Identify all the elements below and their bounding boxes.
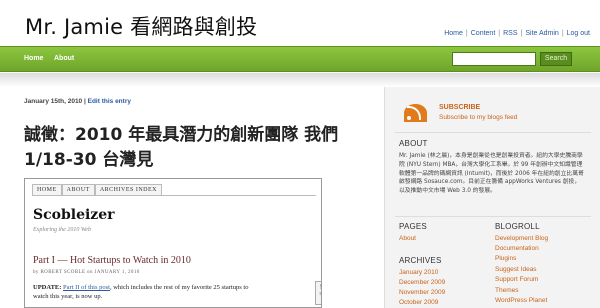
post-meta: January 15th, 2010 | Edit this entry <box>24 98 376 105</box>
blogroll-link[interactable]: Themes <box>495 287 518 294</box>
top-links: Home | Content | RSS | Site Admin | Log out <box>444 30 590 37</box>
subscribe-feed-link[interactable]: Subscribe to my blogs feed <box>439 114 517 121</box>
tweet-counter: 553 tweets <box>315 281 321 305</box>
blogroll-link[interactable]: Development Blog <box>495 235 548 242</box>
site-title[interactable]: Mr. Jamie 看網路與創投 <box>25 11 257 41</box>
embed-update-label: UPDATE: <box>33 284 64 291</box>
embed-logo: Scobleizer <box>33 207 115 223</box>
top-link-rss[interactable]: RSS <box>503 30 517 37</box>
edit-entry-link[interactable]: Edit this entry <box>88 98 131 105</box>
embedded-screenshot: HOME ABOUT ARCHIVES INDEX Scobleizer Exp… <box>24 178 322 308</box>
archive-link[interactable]: November 2009 <box>399 289 445 296</box>
embed-tabs: HOME ABOUT ARCHIVES INDEX <box>32 184 163 195</box>
post-title[interactable]: 誠徵：2010 年最具潛力的創新團隊 我們 1/18-30 台灣見 <box>24 123 376 173</box>
top-link-home[interactable]: Home <box>444 30 463 37</box>
blogroll-link[interactable]: Plugins <box>495 255 516 262</box>
subscribe-heading[interactable]: SUBSCRIBE <box>439 104 480 111</box>
tweet-label: tweets <box>319 291 321 296</box>
top-link-log-out[interactable]: Log out <box>567 30 590 37</box>
nav-item-about[interactable]: About <box>54 55 74 62</box>
post: January 15th, 2010 | Edit this entry 誠徵：… <box>24 98 376 173</box>
embed-subtitle: Exploring the 2010 Web <box>33 227 91 233</box>
archive-link[interactable]: October 2009 <box>399 299 438 306</box>
embed-divider <box>32 195 316 196</box>
blogroll-heading: BLOGROLL <box>495 222 540 231</box>
about-text: Mr. Jamie (林之晨)，本身是創業從也是創業投資者。紐約大學史騰商學院 … <box>399 153 584 195</box>
blogroll-link[interactable]: Suggest Ideas <box>495 266 537 273</box>
blogroll-link[interactable]: WordPress Planet <box>495 297 547 304</box>
embed-update-line2: watch this year, is now up. <box>33 293 103 300</box>
nav-shadow <box>0 73 600 87</box>
embed-part2-link: Part II of this post <box>63 284 110 291</box>
rss-icon[interactable] <box>404 104 427 122</box>
post-date: January 15th, 2010 <box>24 98 83 105</box>
main-nav: Home About Search <box>0 46 600 72</box>
archives-heading: ARCHIVES <box>399 256 442 265</box>
sidebar-divider <box>395 216 591 217</box>
search-button[interactable]: Search <box>540 52 572 66</box>
search-input[interactable] <box>452 52 536 66</box>
embed-update-rest: , which includes the rest of my favorite… <box>109 284 249 291</box>
embed-update-text: UPDATE: Part II of this post, which incl… <box>33 283 303 301</box>
top-link-content[interactable]: Content <box>471 30 496 37</box>
embed-byline: by ROBERT SCOBLE on JANUARY 1, 2010 <box>33 270 140 275</box>
nav-item-home[interactable]: Home <box>24 55 43 62</box>
embed-tab-about: ABOUT <box>61 184 95 195</box>
archive-link[interactable]: December 2009 <box>399 279 445 286</box>
pages-link-about[interactable]: About <box>399 235 416 242</box>
site-header: Mr. Jamie 看網路與創投 Home | Content | RSS | Sit… <box>0 0 600 46</box>
about-heading: ABOUT <box>399 139 428 148</box>
embed-tab-home: HOME <box>32 184 62 195</box>
top-link-site-admin[interactable]: Site Admin <box>525 30 558 37</box>
blogroll-link[interactable]: Support Forum <box>495 276 538 283</box>
sidebar-divider <box>395 132 591 133</box>
pages-heading: PAGES <box>399 222 427 231</box>
blogroll-link[interactable]: Documentation <box>495 245 539 252</box>
embed-tab-archives: ARCHIVES INDEX <box>94 184 163 195</box>
embed-post-title: Part I — Hot Startups to Watch in 2010 <box>33 255 191 266</box>
tweet-count: 553 <box>316 284 321 291</box>
archive-link[interactable]: January 2010 <box>399 269 438 276</box>
